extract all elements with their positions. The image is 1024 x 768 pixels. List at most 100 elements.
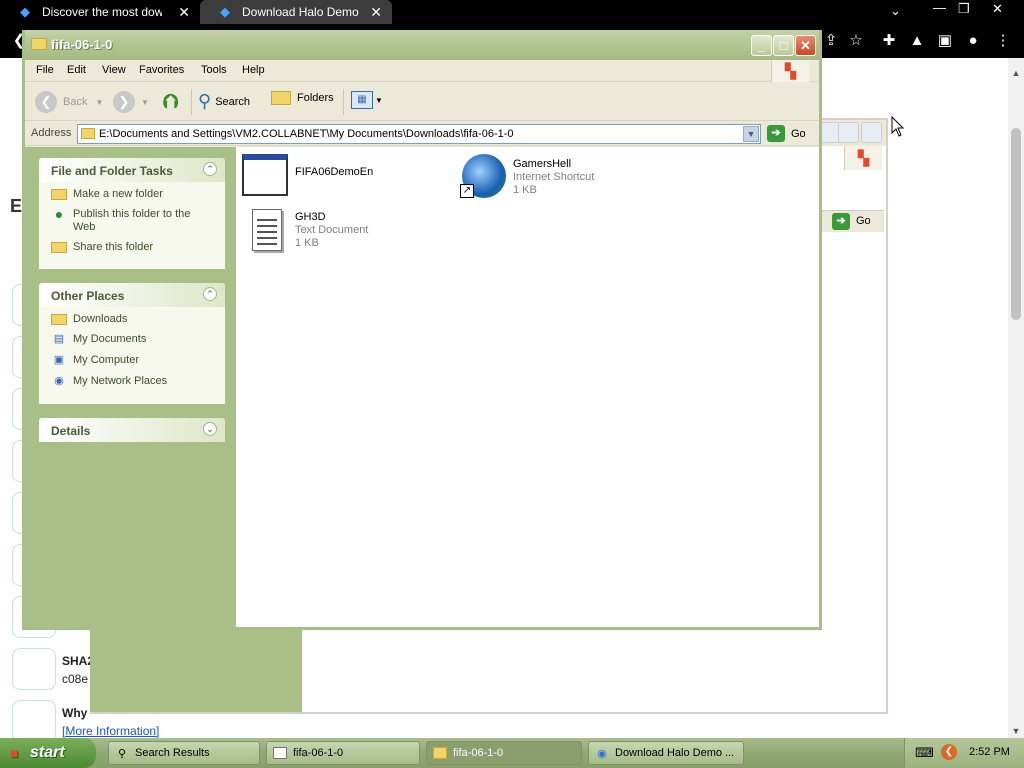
menu-file[interactable]: File — [36, 64, 54, 76]
file-list[interactable]: FIFA06DemoEn ↗ GamersHell Internet Short… — [236, 147, 819, 627]
why-label: Why — [62, 706, 88, 720]
lightbulb-card-icon — [12, 700, 56, 742]
menu-favorites[interactable]: Favorites — [139, 64, 184, 76]
minimize-icon[interactable]: — — [933, 0, 946, 22]
up-folder-button[interactable]: ⮉ — [163, 91, 178, 114]
folders-button[interactable]: Folders — [271, 91, 334, 105]
details-header[interactable]: Details ⌄ — [39, 418, 225, 442]
file-item[interactable]: ↗ GamersHell Internet Shortcut 1 KB — [460, 154, 594, 200]
go-arrow-icon: ➔ — [767, 125, 785, 142]
menu-tools[interactable]: Tools — [201, 64, 227, 76]
expand-chevron-icon[interactable]: ⌄ — [203, 422, 217, 436]
internet-shortcut-icon: ↗ — [460, 154, 508, 200]
taskbar-button-search-results[interactable]: ⚲ Search Results — [108, 741, 260, 765]
browser-tab-title: Download Halo Demo for — [242, 5, 362, 19]
browser-menu-icon[interactable]: ⋮ — [994, 32, 1012, 50]
up-arrow-icon: ⮉ — [163, 91, 179, 113]
keyboard-icon[interactable]: ⌨ — [915, 745, 934, 761]
make-new-folder-link[interactable]: Make a new folder — [51, 188, 225, 201]
hash-value: c08e — [62, 672, 89, 686]
task-label: Download Halo Demo ... — [615, 747, 735, 759]
menu-view[interactable]: View — [102, 64, 126, 76]
file-size: 1 KB — [295, 237, 319, 249]
site-favicon-icon: ◆ — [220, 4, 230, 19]
explorer-titlebar[interactable]: fifa-06-1-0 _ □ ✕ — [25, 30, 819, 60]
extensions-puzzle-icon[interactable]: ✚ — [880, 32, 898, 50]
collapse-chevron-icon[interactable]: ⌃ — [203, 162, 217, 176]
scroll-up-icon[interactable]: ▲ — [1010, 64, 1022, 82]
file-type: Text Document — [295, 224, 369, 236]
more-information-link[interactable]: [More Information] — [62, 724, 159, 738]
page-scrollbar-thumb[interactable] — [1011, 128, 1021, 320]
file-item[interactable]: FIFA06DemoEn — [242, 154, 373, 200]
search-button[interactable]: ⚲ Search — [198, 91, 250, 112]
search-label: Search — [215, 95, 251, 108]
labs-flask-icon[interactable]: ▲ — [908, 32, 926, 50]
views-button[interactable]: ▦ ▼ — [351, 91, 383, 109]
task-label: fifa-06-1-0 — [453, 747, 504, 759]
downloads-link[interactable]: Downloads — [51, 313, 225, 326]
text-document-icon — [242, 207, 290, 253]
taskbar-button-fifa-1[interactable]: fifa-06-1-0 — [266, 741, 420, 765]
share-folder-icon — [51, 242, 67, 253]
my-network-places-link[interactable]: ◉ My Network Places — [51, 375, 225, 389]
minimize-button[interactable]: _ — [751, 35, 772, 56]
toolbar-separator — [343, 89, 344, 115]
file-folder-tasks-header[interactable]: File and Folder Tasks ⌃ — [39, 158, 225, 182]
new-folder-icon — [51, 189, 67, 200]
back-dropdown-icon[interactable]: ▼ — [95, 98, 103, 107]
address-dropdown-icon[interactable]: ▼ — [743, 126, 759, 142]
close-window-icon[interactable]: ✕ — [992, 1, 1003, 23]
my-documents-icon: ▤ — [53, 333, 65, 345]
profile-avatar-icon[interactable]: ● — [964, 32, 982, 50]
background-address-go[interactable]: ➔ Go — [822, 210, 884, 232]
back-button[interactable]: ❮ Back ▼ — [35, 91, 103, 113]
forward-button[interactable]: ❯ ▼ — [113, 91, 149, 113]
forward-dropdown-icon[interactable]: ▼ — [141, 98, 149, 107]
file-folder-tasks-panel: File and Folder Tasks ⌃ Make a new folde… — [39, 158, 225, 269]
bg-maximize-button[interactable] — [838, 122, 859, 143]
close-button[interactable]: ✕ — [795, 35, 816, 56]
other-places-header[interactable]: Other Places ⌃ — [39, 283, 225, 307]
close-tab-icon[interactable]: ✕ — [370, 4, 382, 21]
collapse-chevron-icon[interactable]: ⌃ — [203, 287, 217, 301]
bookmark-star-icon[interactable]: ☆ — [847, 32, 865, 50]
share-folder-link[interactable]: Share this folder — [51, 241, 225, 254]
back-arrow-icon: ❮ — [35, 91, 57, 113]
explorer-window[interactable]: fifa-06-1-0 _ □ ✕ File Edit View Favorit… — [22, 30, 822, 630]
file-item[interactable]: GH3D Text Document 1 KB — [242, 207, 368, 253]
windows-logo-icon: ▚ — [771, 60, 809, 82]
search-results-icon: ⚲ — [117, 748, 127, 760]
tab-search-chevron-icon[interactable]: ⌄ — [890, 3, 901, 25]
task-label: Make a new folder — [73, 188, 163, 200]
menu-help[interactable]: Help — [242, 64, 265, 76]
browser-tab-title: Discover the most downl — [42, 5, 162, 19]
task-pane: File and Folder Tasks ⌃ Make a new folde… — [25, 147, 236, 627]
taskbar-button-halo-download[interactable]: ◉ Download Halo Demo ... — [588, 741, 744, 765]
tray-expand-icon[interactable]: ❮ — [941, 744, 957, 760]
restore-icon[interactable]: ❐ — [958, 1, 970, 23]
share-icon[interactable]: ⇪ — [822, 32, 840, 50]
start-button[interactable]: ■ start — [0, 738, 96, 768]
forward-arrow-icon: ❯ — [113, 91, 135, 113]
place-label: Downloads — [73, 313, 128, 325]
start-label: start — [30, 744, 65, 761]
maximize-button[interactable]: □ — [773, 35, 794, 56]
browser-tab-halo[interactable]: ◆ Download Halo Demo for ✕ — [200, 0, 392, 24]
bg-windows-logo-icon: ▚ — [844, 146, 882, 170]
my-computer-link[interactable]: ▣ My Computer — [51, 354, 225, 368]
browser-tab-strip: ◆ Discover the most downl ✕ ◆ Download H… — [0, 0, 1024, 24]
system-tray: ⌨ ❮ 2:52 PM — [904, 738, 1024, 768]
menu-edit[interactable]: Edit — [67, 64, 86, 76]
browser-tab-discover[interactable]: ◆ Discover the most downl ✕ — [0, 0, 200, 24]
panel-title: File and Folder Tasks — [51, 164, 173, 178]
close-tab-icon[interactable]: ✕ — [178, 4, 190, 21]
taskbar-button-fifa-2[interactable]: fifa-06-1-0 — [426, 741, 582, 765]
bg-close-button[interactable] — [861, 122, 882, 143]
folder-icon — [31, 38, 47, 50]
publish-folder-web-link[interactable]: ● Publish this folder to the Web — [51, 207, 225, 234]
address-input[interactable]: E:\Documents and Settings\VM2.COLLABNET\… — [77, 124, 761, 144]
side-panel-icon[interactable]: ▣ — [936, 32, 954, 50]
my-documents-link[interactable]: ▤ My Documents — [51, 333, 225, 347]
go-button[interactable]: ➔ Go — [767, 125, 806, 142]
